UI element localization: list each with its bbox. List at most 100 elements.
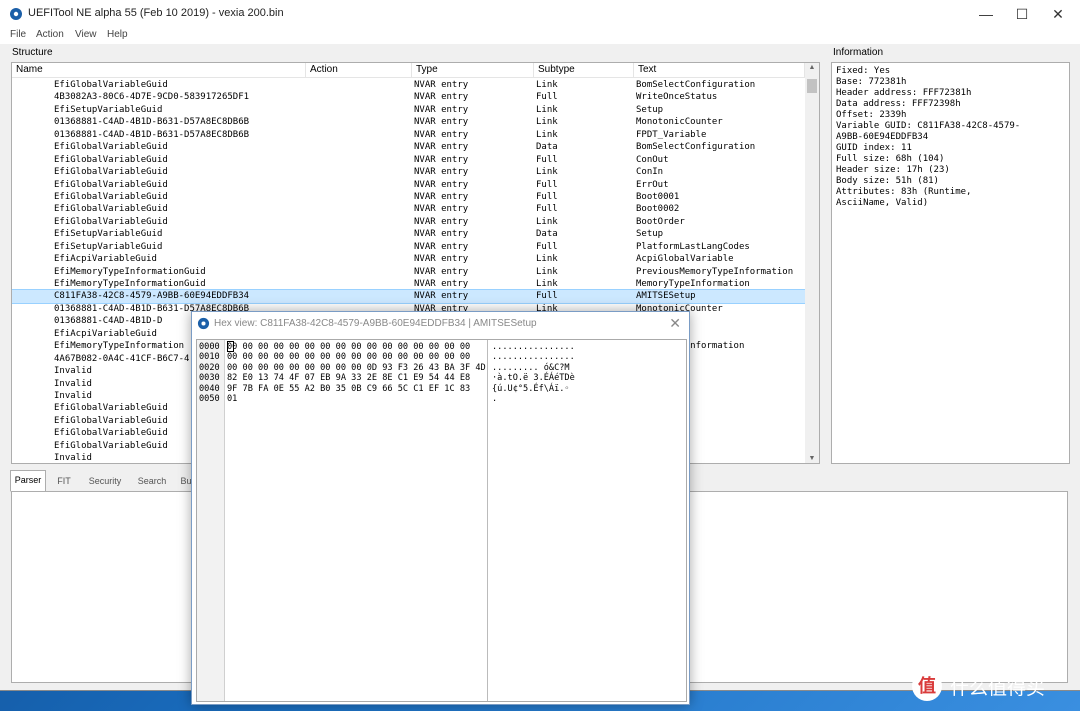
row-text: ErrOut [636,179,669,190]
row-subtype: Full [536,291,558,302]
row-type: NVAR entry [414,80,469,90]
menu-help[interactable]: Help [107,29,128,40]
row-name: 01368881-C4AD-4B1D-D [54,316,163,327]
row-text: Boot0001 [636,191,680,202]
row-name: EfiGlobalVariableGuid [54,154,168,165]
tree-row[interactable]: EfiSetupVariableGuid NVAR entry Link Setup [12,104,805,116]
row-name: Invalid [54,391,92,401]
menu-action[interactable]: Action [36,29,64,40]
tree-row[interactable]: EfiGlobalVariableGuid NVAR entry Full ConOu… [12,154,805,166]
row-subtype: Link [536,266,558,277]
hex-editor[interactable]: 0000 00 00 00 00 00 00 00 00 00 00 00 00 … [196,339,687,702]
row-subtype: Full [536,179,558,190]
menu-view[interactable]: View [75,29,97,40]
row-name: EfiGlobalVariableGuid [54,440,168,451]
hex-offset: 0020 [199,362,220,373]
row-subtype: Full [536,191,558,202]
tab-parser[interactable]: Parser [10,470,46,492]
row-type: NVAR entry [414,117,469,128]
scroll-down-icon[interactable]: ▼ [807,455,817,462]
row-subtype: Full [536,204,558,215]
hex-bytes: 00 00 00 00 00 00 00 00 00 00 00 00 00 0… [227,352,471,363]
tree-row[interactable]: C811FA38-42C8-4579-A9BB-60E94EDDFB34 NVAR… [12,289,806,304]
row-subtype: Data [536,229,558,240]
hex-ascii: ................ [492,352,575,363]
row-name: EfiGlobalVariableGuid [54,167,168,178]
column-header-name[interactable]: Name [12,63,306,77]
tree-row[interactable]: EfiGlobalVariableGuid NVAR entry Link BootO… [12,216,805,228]
row-name: EfiAcpiVariableGuid [54,328,157,339]
row-subtype: Link [536,254,558,265]
hex-ascii: ................ [492,342,575,352]
column-header-type[interactable]: Type [412,63,534,77]
tree-row[interactable]: EfiSetupVariableGuid NVAR entry Full Platfo… [12,241,805,253]
tree-row[interactable]: EfiSetupVariableGuid NVAR entry Data Setup [12,228,805,240]
row-subtype: Link [536,129,558,140]
menu-file[interactable]: File [10,29,26,40]
scroll-up-icon[interactable]: ▲ [807,64,817,71]
column-header-text[interactable]: Text [634,63,805,77]
tree-row[interactable]: EfiGlobalVariableGuid NVAR entry Full Boot0… [12,191,805,203]
row-text: FPDT_Variable [636,129,707,140]
row-name: EfiMemoryTypeInformationGuid [54,266,206,277]
scroll-thumb[interactable] [807,79,817,93]
hex-ascii: ......... ó&C?M [492,362,570,373]
row-name: EfiAcpiVariableGuid [54,254,157,265]
column-header-action[interactable]: Action [306,63,412,77]
row-text: PreviousMemoryTypeInformation [636,266,794,277]
close-button[interactable]: ✕ [1040,0,1076,28]
row-type: NVAR entry [414,191,469,202]
tab-search[interactable]: Search [130,471,174,491]
tree-row[interactable]: 4B3082A3-80C6-4D7E-9CD0-583917265DF1 NVAR… [12,91,805,103]
row-name: C811FA38-42C8-4579-A9BB-60E94EDDFB34 [54,291,250,302]
hex-view-close-button[interactable]: ✕ [669,315,681,332]
tree-row[interactable]: EfiGlobalVariableGuid NVAR entry Data BomSe… [12,141,805,153]
hex-offset: 0000 [199,342,220,352]
watermark-text: 什么值得买 [950,677,1046,699]
tree-row[interactable]: 01368881-C4AD-4B1D-B631-D57A8EC8DB6B NVAR… [12,116,805,128]
hex-ascii: . [492,394,498,404]
tab-fit[interactable]: FIT [48,471,80,491]
tab-security[interactable]: Security [82,471,128,491]
row-type: NVAR entry [414,266,469,277]
row-type: NVAR entry [414,229,469,240]
row-name: EfiGlobalVariableGuid [54,216,168,227]
row-text: Boot0002 [636,204,680,215]
tree-row[interactable]: EfiMemoryTypeInformationGuid NVAR entry Li… [12,278,805,290]
row-text: Setup [636,229,664,240]
tree-row[interactable]: 01368881-C4AD-4B1D-B631-D57A8EC8DB6B NVAR… [12,129,805,141]
row-name: EfiSetupVariableGuid [54,241,163,252]
hex-bytes: 82 E0 13 74 4F 07 EB 9A 33 2E 8E C1 E9 5… [227,373,471,384]
row-text: BomSelectConfiguration [636,142,756,153]
row-type: NVAR entry [414,154,469,165]
row-text: ConOut [636,154,669,165]
minimize-button[interactable]: — [968,0,1004,28]
tree-row[interactable]: EfiGlobalVariableGuid NVAR entry Full Boot0… [12,203,805,215]
hex-ascii: ·à.tO.ë 3.ÉÁéTDè [492,373,575,384]
hex-view-dialog: Hex view: C811FA38-42C8-4579-A9BB-60E94E… [191,311,690,705]
hex-offset: 0050 [199,394,220,404]
row-name: EfiSetupVariableGuid [54,104,163,115]
row-name: Invalid [54,378,92,389]
row-text: AcpiGlobalVariable [636,254,734,265]
tree-row[interactable]: EfiGlobalVariableGuid NVAR entry Link BomSe… [12,79,805,91]
row-text: BomSelectConfiguration [636,80,756,90]
column-header-subtype[interactable]: Subtype [534,63,634,77]
row-name: EfiGlobalVariableGuid [54,428,168,439]
row-name: 4B3082A3-80C6-4D7E-9CD0-583917265DF1 [54,92,250,103]
tree-row[interactable]: EfiMemoryTypeInformationGuid NVAR entry Li… [12,266,805,278]
row-type: NVAR entry [414,204,469,215]
tree-row[interactable]: EfiAcpiVariableGuid NVAR entry Link AcpiGlo… [12,253,805,265]
row-text: PlatformLastLangCodes [636,241,750,252]
hex-bytes: 00 00 00 00 00 00 00 00 00 00 00 00 00 0… [227,342,471,352]
structure-scrollbar[interactable]: ▲ ▼ [805,63,819,463]
row-type: NVAR entry [414,92,469,103]
row-text: Setup [636,104,664,115]
maximize-button[interactable]: ☐ [1004,0,1040,28]
tree-row[interactable]: EfiGlobalVariableGuid NVAR entry Full ErrOu… [12,179,805,191]
row-text: ConIn [636,167,664,178]
tree-row[interactable]: EfiGlobalVariableGuid NVAR entry Link ConIn [12,166,805,178]
tree-header: Name Action Type Subtype Text [12,63,805,78]
row-text: MemoryTypeInformation [636,279,750,290]
row-text: WriteOnceStatus [636,92,718,103]
